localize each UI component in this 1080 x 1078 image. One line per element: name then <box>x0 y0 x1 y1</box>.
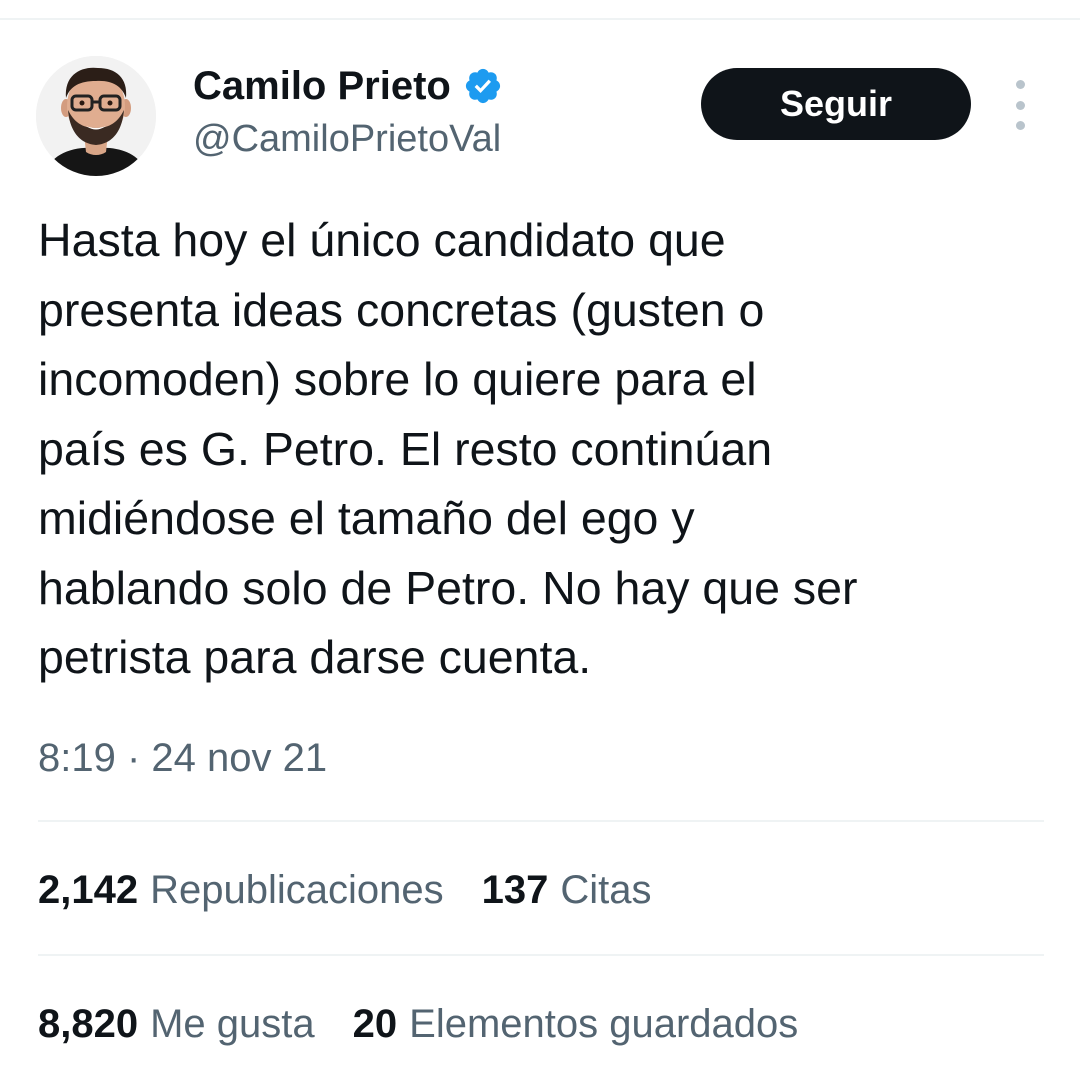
author-name-row: Camilo Prieto <box>193 62 503 110</box>
more-vertical-icon[interactable] <box>1004 80 1036 130</box>
more-dot <box>1015 121 1025 130</box>
verified-badge-icon <box>463 66 503 106</box>
bookmarks-count: 20 <box>352 1002 398 1046</box>
likes-stat[interactable]: 8,820 Me gusta <box>38 1002 315 1047</box>
likes-count: 8,820 <box>38 1002 139 1046</box>
quotes-count: 137 <box>481 868 549 912</box>
avatar-photo <box>36 56 156 176</box>
reposts-stat[interactable]: 2,142 Republicaciones <box>38 868 444 913</box>
tweet-timestamp[interactable]: 8:19 · 24 nov 21 <box>38 736 327 781</box>
divider <box>38 954 1044 956</box>
stats-row-shares: 2,142 Republicaciones 137 Citas <box>38 868 690 913</box>
author-display-name[interactable]: Camilo Prieto <box>193 64 451 109</box>
author-handle[interactable]: @CamiloPrietoVal <box>193 118 501 161</box>
avatar[interactable] <box>36 56 156 176</box>
divider <box>38 820 1044 822</box>
stats-row-engagement: 8,820 Me gusta 20 Elementos guardados <box>38 1002 836 1047</box>
more-dot <box>1015 80 1025 89</box>
reposts-label: Republicaciones <box>150 868 444 912</box>
tweet-text: Hasta hoy el único candidato que present… <box>38 214 858 683</box>
reposts-count: 2,142 <box>38 868 139 912</box>
quotes-label: Citas <box>560 868 652 912</box>
tweet-header: Camilo Prieto @CamiloPrietoVal Seguir <box>0 0 1080 190</box>
bookmarks-stat[interactable]: 20 Elementos guardados <box>353 1002 799 1047</box>
likes-label: Me gusta <box>150 1002 315 1046</box>
quotes-stat[interactable]: 137 Citas <box>482 868 652 913</box>
more-dot <box>1015 100 1025 110</box>
follow-button[interactable]: Seguir <box>701 68 971 140</box>
bookmarks-label: Elementos guardados <box>409 1002 799 1046</box>
